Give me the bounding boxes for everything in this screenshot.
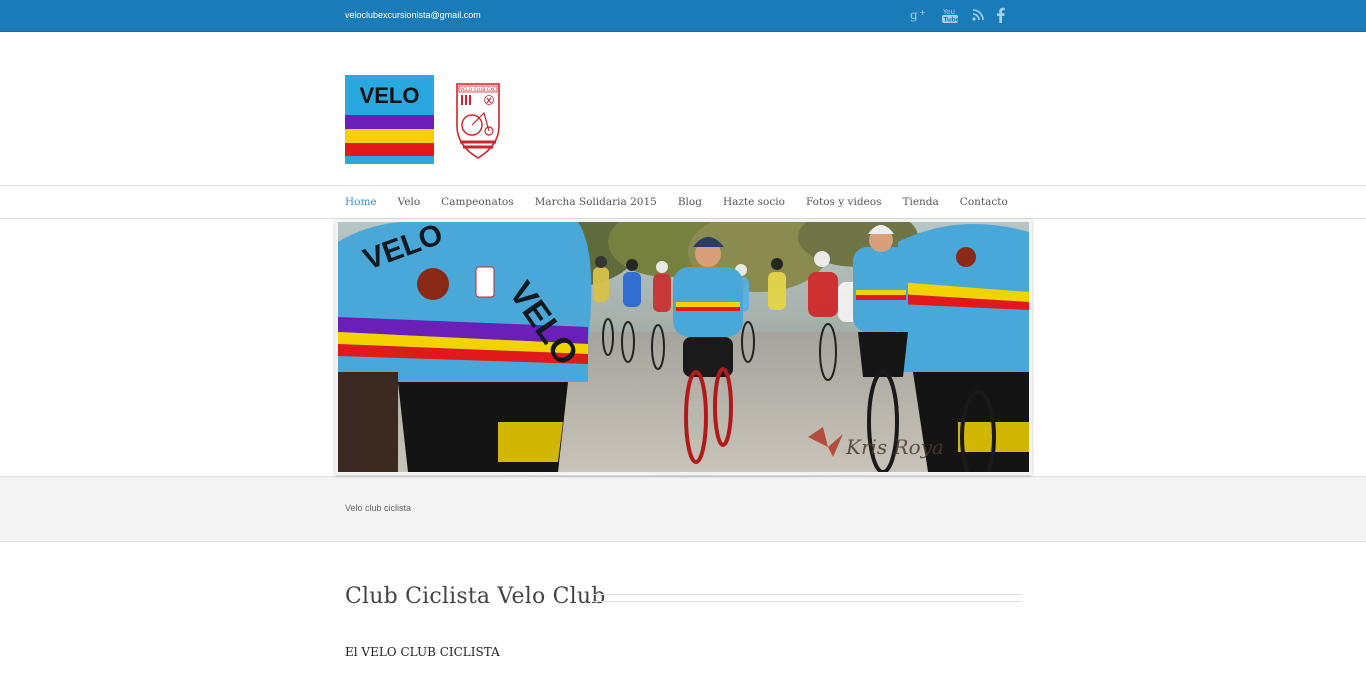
slider-shadow <box>360 476 1010 488</box>
contact-email-link[interactable]: veloclubexcursionista@gmail.com <box>345 10 481 20</box>
svg-text:X: X <box>486 97 492 105</box>
hero-slider[interactable]: VELO VELO Kris Roya <box>335 219 1032 475</box>
nav-item-contacto[interactable]: Contacto <box>960 196 1008 208</box>
svg-text:VELO: VELO <box>360 83 420 108</box>
svg-text:+: + <box>919 8 926 17</box>
main-navigation: Home Velo Campeonatos Marcha Solidaria 2… <box>0 185 1366 219</box>
nav-item-tienda[interactable]: Tienda <box>902 196 938 208</box>
google-plus-icon[interactable]: g + <box>908 5 928 25</box>
title-divider <box>592 594 1022 602</box>
photo-watermark: Kris Roya <box>845 435 944 459</box>
svg-text:VELO CLUB EXC: VELO CLUB EXC <box>460 87 496 93</box>
page-title: Club Ciclista Velo Club <box>345 584 606 609</box>
site-tagline: Velo club ciclista <box>345 503 412 513</box>
svg-text:Tube: Tube <box>944 17 960 24</box>
nav-item-hazte-socio[interactable]: Hazte socio <box>723 196 785 208</box>
nav-item-home[interactable]: Home <box>345 196 377 208</box>
nav-item-marcha-solidaria[interactable]: Marcha Solidaria 2015 <box>535 196 657 208</box>
rss-icon[interactable] <box>970 5 986 25</box>
nav-item-velo[interactable]: Velo <box>398 196 421 208</box>
top-bar: veloclubexcursionista@gmail.com g + You Tu… <box>0 0 1366 32</box>
svg-text:You: You <box>942 8 955 16</box>
facebook-icon[interactable] <box>994 5 1008 25</box>
site-header <box>0 32 1366 185</box>
velo-logo[interactable]: VELO <box>345 75 434 164</box>
youtube-icon[interactable]: You Tube <box>940 5 960 25</box>
hero-cyclists-image: VELO VELO Kris Roya <box>338 222 1029 472</box>
nav-item-campeonatos[interactable]: Campeonatos <box>441 196 513 208</box>
club-badge-logo[interactable]: VELO CLUB EXC X <box>454 80 502 160</box>
svg-text:g: g <box>910 8 918 22</box>
nav-item-fotos-videos[interactable]: Fotos y videos <box>806 196 882 208</box>
section-subtitle: El VELO CLUB CICLISTA <box>345 645 500 659</box>
nav-item-blog[interactable]: Blog <box>678 196 702 208</box>
